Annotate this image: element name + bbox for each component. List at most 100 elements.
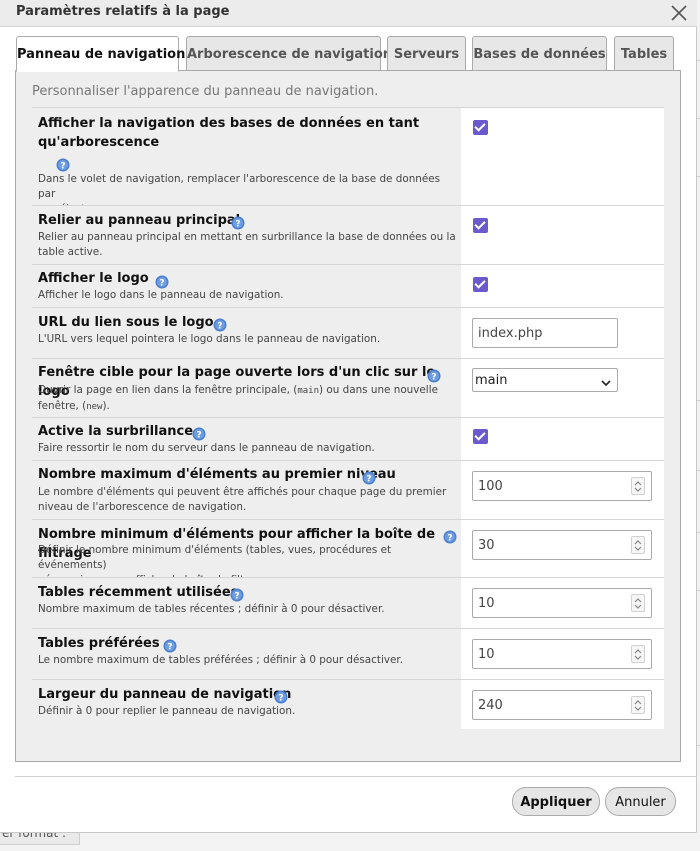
setting-title: Tables récemment utilisées bbox=[38, 585, 239, 600]
logo-checkbox[interactable] bbox=[473, 277, 488, 292]
panel-intro: Personnaliser l'apparence du panneau de … bbox=[32, 84, 379, 99]
setting-description: Faire ressortir le nom du serveur dans l… bbox=[38, 442, 375, 454]
tab-navigation-panel[interactable]: Panneau de navigation bbox=[16, 36, 185, 72]
recent-tables-input[interactable]: 10 bbox=[472, 588, 652, 618]
svg-text:?: ? bbox=[159, 279, 164, 289]
setting-description: L'URL vers lequel pointera le logo dans … bbox=[38, 333, 381, 345]
input-value: 30 bbox=[478, 538, 495, 553]
setting-title: Afficher la navigation des bases de donn… bbox=[38, 116, 420, 150]
setting-description: Le nombre maximum de tables préférées ; … bbox=[38, 654, 403, 666]
panel-width-input[interactable]: 240 bbox=[472, 690, 652, 720]
setting-row-tree: Afficher la navigation des bases de donn… bbox=[32, 107, 664, 215]
svg-text:?: ? bbox=[278, 694, 283, 704]
help-icon[interactable]: ? bbox=[362, 470, 376, 485]
tab-servers[interactable]: Serveurs bbox=[387, 36, 466, 71]
setting-value-cell: 10 bbox=[461, 629, 664, 679]
input-value: 100 bbox=[478, 479, 503, 494]
input-value: 10 bbox=[478, 596, 495, 611]
min-filter-input[interactable]: 30 bbox=[472, 530, 652, 560]
setting-row-link-main: Relier au panneau principal ? Relier au … bbox=[32, 205, 664, 264]
setting-row-min-filter: Nombre minimum d'éléments pour afficher … bbox=[32, 519, 664, 586]
tab-tables[interactable]: Tables bbox=[614, 36, 674, 71]
max-items-input[interactable]: 100 bbox=[472, 471, 652, 501]
setting-row-highlight: Active la surbrillance ? Faire ressortir… bbox=[32, 417, 664, 460]
tab-label: Arborescence de navigation bbox=[187, 47, 393, 62]
help-icon[interactable]: ? bbox=[56, 157, 70, 172]
highlight-checkbox[interactable] bbox=[473, 429, 488, 444]
setting-label-cell: Nombre minimum d'éléments pour afficher … bbox=[32, 520, 461, 586]
setting-row-recent: Tables récemment utilisées ? Nombre maxi… bbox=[32, 577, 664, 628]
setting-description: Relier au panneau principal en mettant e… bbox=[38, 231, 456, 258]
logo-target-select[interactable]: main bbox=[472, 368, 618, 392]
dialog-title: Paramètres relatifs à la page bbox=[16, 4, 230, 19]
setting-title: Nombre maximum d'éléments au premier niv… bbox=[38, 467, 396, 482]
help-icon[interactable]: ? bbox=[192, 426, 206, 441]
svg-text:?: ? bbox=[447, 534, 452, 544]
setting-value-cell: index.php bbox=[461, 308, 664, 358]
setting-title: Relier au panneau principal bbox=[38, 213, 241, 228]
setting-label-cell: Fenêtre cible pour la page ouverte lors … bbox=[32, 359, 461, 417]
setting-label-cell: URL du lien sous le logo ? L'URL vers le… bbox=[32, 308, 461, 358]
setting-description: Nombre maximum de tables récentes ; défi… bbox=[38, 603, 385, 615]
apply-button[interactable]: Appliquer bbox=[512, 787, 600, 816]
help-icon[interactable]: ? bbox=[231, 215, 245, 230]
spinner-icon[interactable] bbox=[631, 477, 645, 495]
setting-title: Largeur du panneau de navigation bbox=[38, 687, 292, 702]
help-icon[interactable]: ? bbox=[274, 689, 288, 704]
spinner-icon[interactable] bbox=[631, 536, 645, 554]
setting-row-logo: Afficher le logo ? Afficher le logo dans… bbox=[32, 264, 664, 307]
help-icon[interactable]: ? bbox=[163, 638, 177, 653]
svg-text:?: ? bbox=[196, 431, 201, 441]
chevron-down-icon bbox=[601, 376, 611, 387]
svg-text:?: ? bbox=[366, 475, 371, 485]
setting-row-favorite: Tables préférées ? Le nombre maximum de … bbox=[32, 628, 664, 679]
tab-label: Tables bbox=[620, 47, 668, 62]
help-icon[interactable]: ? bbox=[155, 274, 169, 289]
setting-label-cell: Relier au panneau principal ? Relier au … bbox=[32, 206, 461, 264]
setting-label-cell: Afficher le logo ? Afficher le logo dans… bbox=[32, 265, 461, 307]
setting-row-max-items: Nombre maximum d'éléments au premier niv… bbox=[32, 460, 664, 519]
setting-label-cell: Tables récemment utilisées ? Nombre maxi… bbox=[32, 578, 461, 628]
setting-value-cell bbox=[461, 265, 664, 307]
setting-title: Afficher le logo bbox=[38, 271, 149, 286]
tab-navigation-tree[interactable]: Arborescence de navigation bbox=[186, 36, 392, 71]
tab-databases[interactable]: Bases de données bbox=[472, 36, 607, 71]
svg-text:?: ? bbox=[60, 162, 65, 172]
logo-url-input[interactable]: index.php bbox=[472, 318, 618, 348]
setting-label-cell: Active la surbrillance ? Faire ressortir… bbox=[32, 418, 461, 460]
setting-label-cell: Nombre maximum d'éléments au premier niv… bbox=[32, 461, 461, 519]
dialog-footer-divider bbox=[15, 776, 697, 777]
setting-value-cell bbox=[461, 108, 664, 205]
setting-value-cell bbox=[461, 418, 664, 460]
tab-label: Bases de données bbox=[473, 47, 606, 62]
spinner-icon[interactable] bbox=[631, 594, 645, 612]
tree-checkbox[interactable] bbox=[473, 120, 488, 135]
setting-description: Afficher le logo dans le panneau de navi… bbox=[38, 289, 284, 301]
setting-label-cell: Tables préférées ? Le nombre maximum de … bbox=[32, 629, 461, 679]
svg-text:?: ? bbox=[431, 373, 436, 383]
setting-value-cell: 30 bbox=[461, 520, 664, 577]
setting-label-cell: Largeur du panneau de navigation ? Défin… bbox=[32, 680, 461, 729]
help-icon[interactable]: ? bbox=[213, 317, 227, 332]
input-value: 10 bbox=[478, 647, 495, 662]
spinner-icon[interactable] bbox=[631, 645, 645, 663]
setting-value-cell: 100 bbox=[461, 461, 664, 519]
setting-title: URL du lien sous le logo bbox=[38, 315, 214, 330]
link-main-checkbox[interactable] bbox=[473, 218, 488, 233]
spinner-icon[interactable] bbox=[631, 696, 645, 714]
setting-row-width: Largeur du panneau de navigation ? Défin… bbox=[32, 679, 664, 729]
setting-row-logo-target: Fenêtre cible pour la page ouverte lors … bbox=[32, 358, 664, 417]
setting-value-cell: main bbox=[461, 359, 664, 417]
help-icon[interactable]: ? bbox=[443, 529, 457, 544]
dialog-titlebar: Paramètres relatifs à la page bbox=[0, 0, 697, 27]
cancel-button[interactable]: Annuler bbox=[605, 787, 676, 816]
tab-label: Panneau de navigation bbox=[17, 47, 186, 62]
help-icon[interactable]: ? bbox=[230, 587, 244, 602]
help-icon[interactable]: ? bbox=[427, 368, 441, 383]
close-icon[interactable] bbox=[669, 3, 689, 23]
setting-description: Ouvrir la page en lien dans la fenêtre p… bbox=[38, 384, 438, 412]
svg-text:?: ? bbox=[217, 322, 222, 332]
svg-text:?: ? bbox=[235, 220, 240, 230]
favorite-tables-input[interactable]: 10 bbox=[472, 639, 652, 669]
setting-value-cell: 10 bbox=[461, 578, 664, 628]
